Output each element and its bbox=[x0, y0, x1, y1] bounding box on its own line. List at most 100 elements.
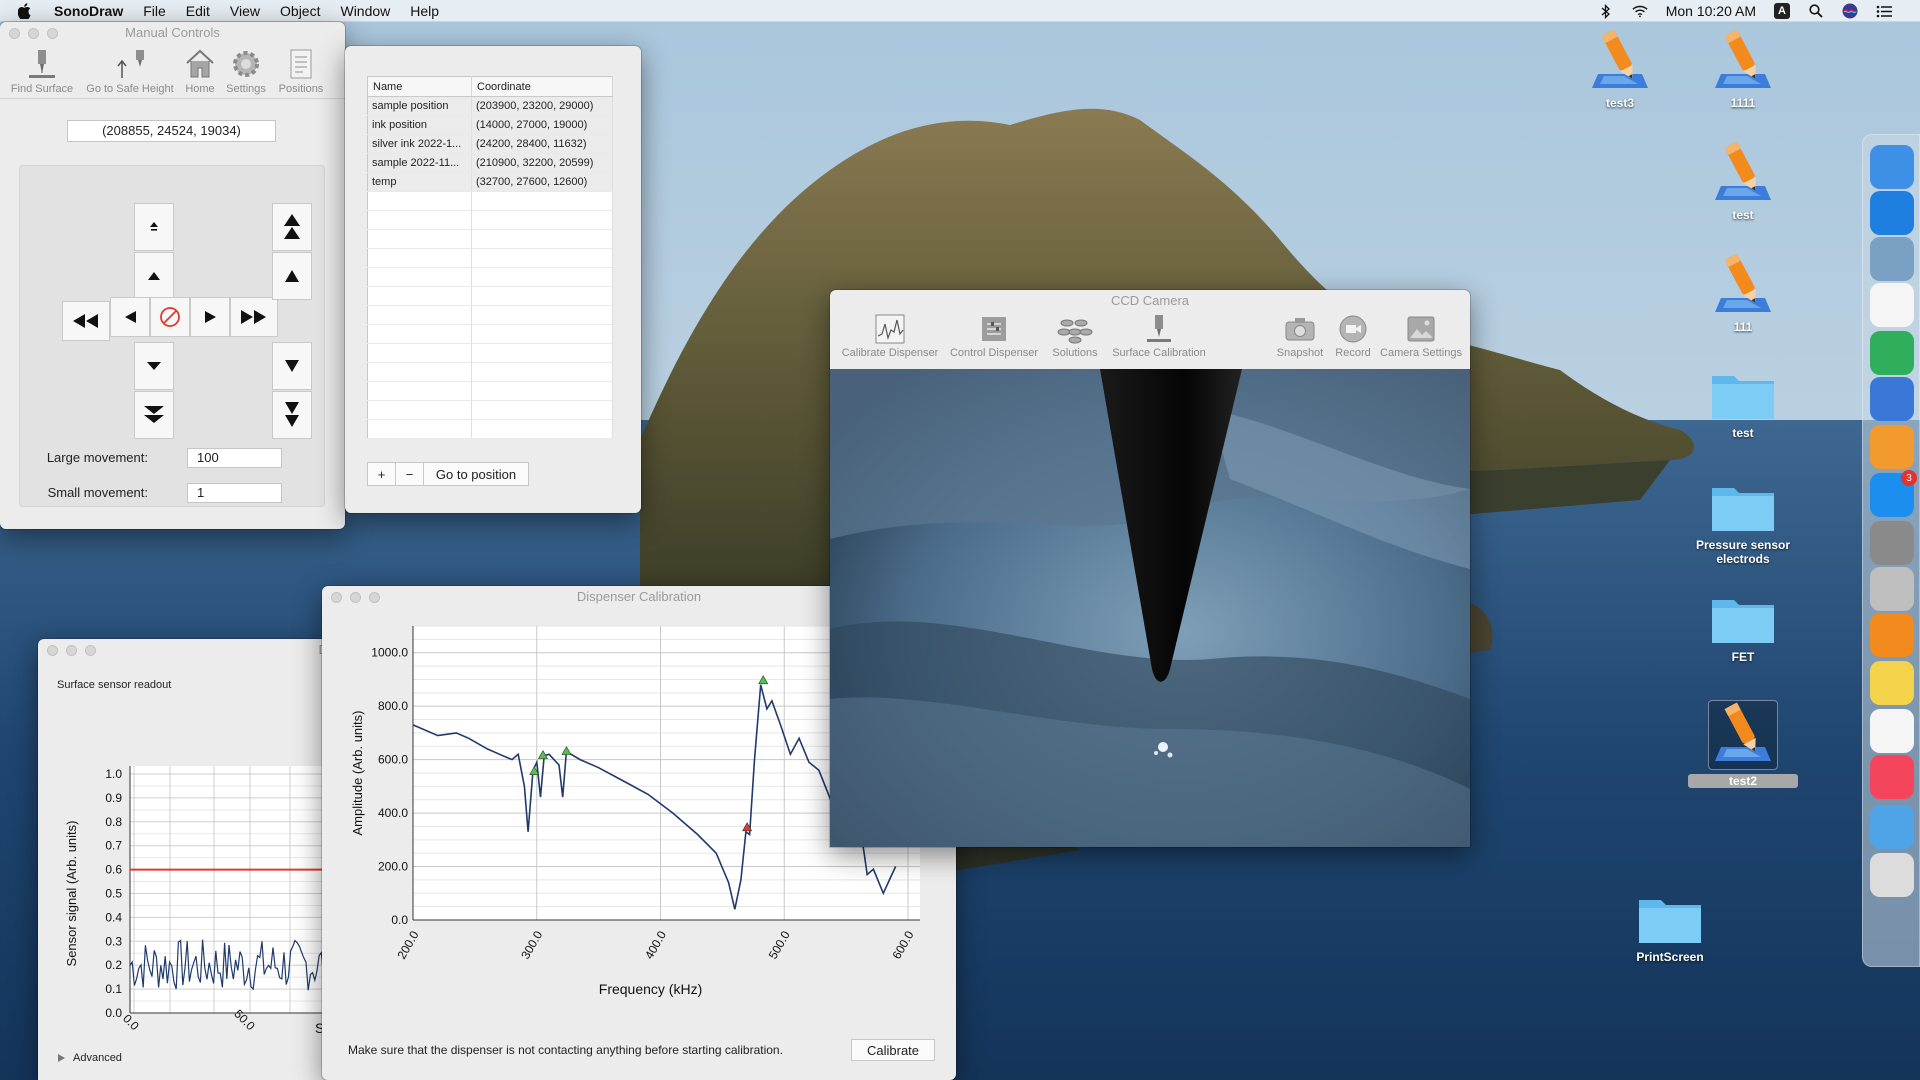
desktop-icon-test2[interactable]: test2 bbox=[1688, 700, 1798, 788]
menu-view[interactable]: View bbox=[230, 3, 260, 19]
z-home-up-button[interactable] bbox=[134, 203, 174, 251]
record-button[interactable]: Record bbox=[1328, 314, 1378, 359]
large-movement-input[interactable]: 100 bbox=[187, 448, 282, 468]
textedit-icon[interactable] bbox=[1870, 709, 1914, 753]
close-button[interactable] bbox=[47, 645, 58, 656]
control-dispenser-button[interactable]: Control Dispenser bbox=[946, 314, 1042, 359]
app-store-icon[interactable]: 3 bbox=[1870, 470, 1917, 517]
table-row[interactable] bbox=[367, 267, 613, 287]
small-right-button[interactable] bbox=[190, 297, 230, 337]
keynote-icon[interactable] bbox=[1870, 377, 1914, 421]
surface-calibration-button[interactable]: Surface Calibration bbox=[1106, 314, 1212, 359]
down-home-button[interactable] bbox=[272, 391, 312, 439]
bluetooth-icon[interactable] bbox=[1598, 3, 1614, 19]
music-icon[interactable] bbox=[1870, 755, 1914, 799]
siri-icon[interactable] bbox=[1842, 3, 1858, 19]
finder-icon[interactable] bbox=[1870, 145, 1914, 189]
preview-icon[interactable] bbox=[1870, 237, 1914, 281]
desktop-icon-test[interactable]: test bbox=[1688, 140, 1798, 222]
menu-window[interactable]: Window bbox=[340, 3, 390, 19]
home-button[interactable]: Home bbox=[177, 48, 223, 95]
menu-app-name[interactable]: SonoDraw bbox=[54, 3, 123, 19]
menu-edit[interactable]: Edit bbox=[186, 3, 210, 19]
desktop-icon-test3[interactable]: test3 bbox=[1565, 28, 1675, 110]
menu-help[interactable]: Help bbox=[410, 3, 439, 19]
wifi-icon[interactable] bbox=[1632, 3, 1648, 19]
notification-center-icon[interactable] bbox=[1876, 3, 1892, 19]
go-to-safe-height-button[interactable]: Go to Safe Height bbox=[80, 48, 180, 95]
calibrate-dispenser-button[interactable]: Calibrate Dispenser bbox=[834, 314, 946, 359]
find-surface-button[interactable]: Find Surface bbox=[6, 48, 78, 95]
numbers-icon[interactable] bbox=[1870, 331, 1914, 375]
desktop-icon-pressure-sensor-electrods[interactable]: Pressure sensor electrods bbox=[1688, 478, 1798, 566]
solutions-button[interactable]: Solutions bbox=[1046, 314, 1104, 359]
positions-button[interactable]: Positions bbox=[273, 48, 329, 95]
remove-position-button[interactable]: − bbox=[395, 462, 424, 486]
table-row[interactable] bbox=[367, 381, 613, 401]
large-up-button[interactable] bbox=[272, 203, 312, 251]
table-row[interactable] bbox=[367, 400, 613, 420]
zoom-button[interactable] bbox=[47, 28, 58, 39]
pages-icon[interactable] bbox=[1870, 425, 1914, 469]
column-header-name[interactable]: Name bbox=[367, 76, 472, 97]
table-row[interactable] bbox=[367, 305, 613, 325]
small-up-button[interactable] bbox=[134, 252, 174, 300]
zoom-button[interactable] bbox=[85, 645, 96, 656]
stop-button[interactable] bbox=[150, 297, 190, 337]
automator-icon[interactable] bbox=[1870, 567, 1914, 611]
table-row[interactable] bbox=[367, 229, 613, 249]
desktop-icon-1111[interactable]: 1111 bbox=[1688, 28, 1798, 110]
small-left-button[interactable] bbox=[110, 297, 150, 337]
minimize-button[interactable] bbox=[350, 592, 361, 603]
table-row[interactable] bbox=[367, 286, 613, 306]
menubar-clock[interactable]: Mon 10:20 AM bbox=[1666, 3, 1756, 19]
desktop-icon-test[interactable]: test bbox=[1688, 366, 1798, 440]
small-movement-input[interactable]: 1 bbox=[187, 483, 282, 503]
camera-settings-button[interactable]: Camera Settings bbox=[1374, 314, 1468, 359]
table-row[interactable]: silver ink 2022-1... (24200, 28400, 11632… bbox=[367, 134, 613, 154]
input-source-icon[interactable]: A bbox=[1774, 3, 1790, 19]
sonodraw-icon[interactable] bbox=[1870, 613, 1914, 657]
large-left-button[interactable] bbox=[62, 301, 110, 341]
down-button[interactable] bbox=[272, 342, 312, 390]
desktop-icon-printscreen[interactable]: PrintScreen bbox=[1615, 890, 1725, 964]
table-row[interactable] bbox=[367, 419, 613, 439]
safari-icon[interactable] bbox=[1870, 191, 1914, 235]
column-header-coordinate[interactable]: Coordinate bbox=[471, 76, 613, 97]
table-row[interactable]: temp (32700, 27600, 12600) bbox=[367, 172, 613, 192]
table-row[interactable]: sample position (203900, 23200, 29000) bbox=[367, 96, 613, 116]
trash-icon[interactable] bbox=[1870, 853, 1914, 897]
downloads-icon[interactable] bbox=[1870, 805, 1914, 849]
small-down-button[interactable] bbox=[134, 342, 174, 390]
spotlight-search-icon[interactable] bbox=[1808, 3, 1824, 19]
large-right-button[interactable] bbox=[230, 297, 278, 337]
calibrate-button[interactable]: Calibrate bbox=[851, 1039, 935, 1061]
system-preferences-icon[interactable] bbox=[1870, 521, 1914, 565]
zoom-button[interactable] bbox=[369, 592, 380, 603]
reminders-icon[interactable] bbox=[1870, 283, 1914, 327]
desktop-icon-111[interactable]: 111 bbox=[1688, 252, 1798, 334]
menu-object[interactable]: Object bbox=[280, 3, 320, 19]
close-button[interactable] bbox=[331, 592, 342, 603]
close-button[interactable] bbox=[9, 28, 20, 39]
table-row[interactable] bbox=[367, 343, 613, 363]
snapshot-button[interactable]: Snapshot bbox=[1270, 314, 1330, 359]
table-row[interactable] bbox=[367, 362, 613, 382]
table-row[interactable]: ink position (14000, 27000, 19000) bbox=[367, 115, 613, 135]
table-row[interactable] bbox=[367, 324, 613, 344]
add-position-button[interactable]: + bbox=[367, 462, 396, 486]
desktop-icon-fet[interactable]: FET bbox=[1688, 590, 1798, 664]
table-row[interactable]: sample 2022-11... (210900, 32200, 20599) bbox=[367, 153, 613, 173]
up-button[interactable] bbox=[272, 252, 312, 300]
minimize-button[interactable] bbox=[28, 28, 39, 39]
apple-menu-icon[interactable] bbox=[18, 2, 40, 19]
go-to-position-button[interactable]: Go to position bbox=[423, 462, 529, 486]
minimize-button[interactable] bbox=[66, 645, 77, 656]
menu-file[interactable]: File bbox=[143, 3, 166, 19]
stickies-icon[interactable] bbox=[1870, 661, 1914, 705]
large-down-button[interactable] bbox=[134, 391, 174, 439]
table-row[interactable] bbox=[367, 210, 613, 230]
advanced-disclosure[interactable]: Advanced bbox=[58, 1052, 122, 1064]
table-row[interactable] bbox=[367, 248, 613, 268]
table-row[interactable] bbox=[367, 191, 613, 211]
